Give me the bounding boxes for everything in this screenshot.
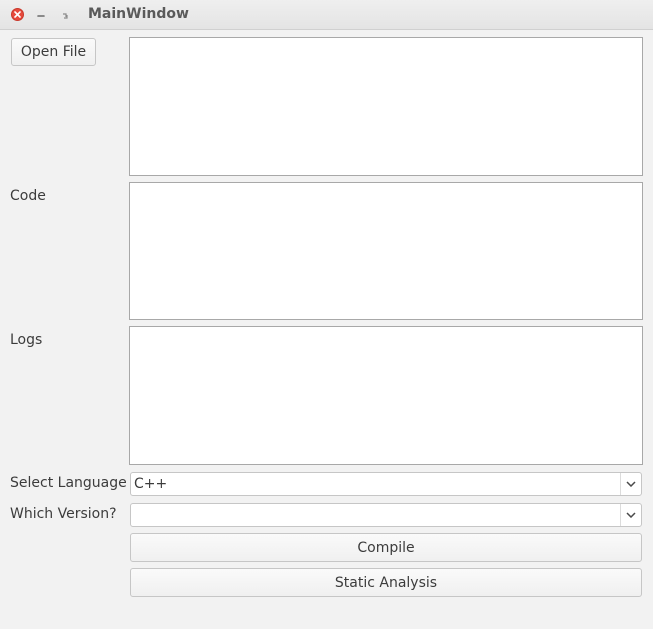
select-language-label: Select Language	[10, 475, 127, 491]
language-select-value: C++	[134, 476, 168, 492]
title-bar[interactable]: MainWindow	[0, 0, 653, 30]
language-select[interactable]: C++	[130, 472, 642, 496]
minimize-button[interactable]	[34, 8, 48, 22]
code-textarea[interactable]	[129, 182, 643, 320]
window-title: MainWindow	[88, 6, 189, 22]
version-select[interactable]	[130, 503, 642, 527]
compile-button[interactable]: Compile	[130, 533, 642, 562]
main-window: MainWindow Open File Code Logs Select La…	[0, 0, 653, 629]
minimize-icon	[37, 15, 45, 17]
logs-label: Logs	[10, 332, 43, 348]
open-file-button[interactable]: Open File	[11, 38, 96, 66]
close-icon	[14, 11, 21, 18]
close-button[interactable]	[11, 8, 24, 21]
chevron-down-icon	[620, 473, 641, 495]
file-path-textarea[interactable]	[129, 37, 643, 176]
code-label: Code	[10, 188, 46, 204]
logs-textarea[interactable]	[129, 326, 643, 465]
chevron-down-icon	[620, 504, 641, 526]
static-analysis-button[interactable]: Static Analysis	[130, 568, 642, 597]
which-version-label: Which Version?	[10, 506, 117, 522]
maximize-icon	[63, 13, 68, 19]
maximize-button[interactable]	[58, 8, 72, 22]
